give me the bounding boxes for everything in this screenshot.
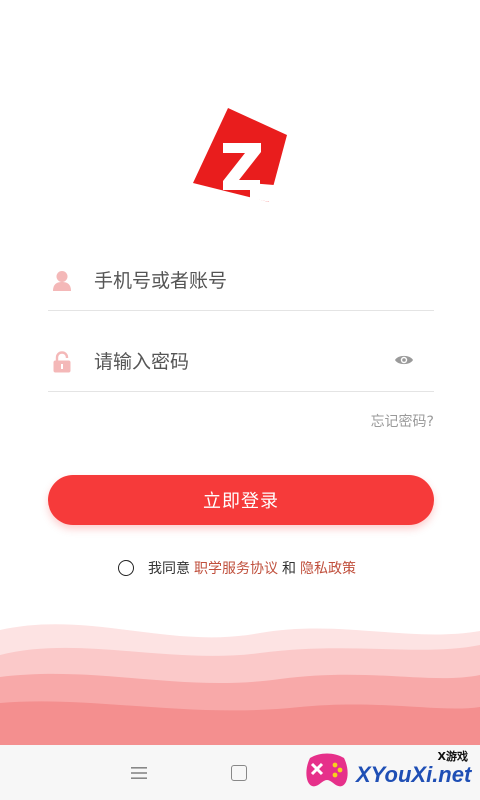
decorative-waves xyxy=(0,624,480,745)
watermark-text: XYouXi.net xyxy=(356,762,472,787)
app-logo xyxy=(190,105,290,205)
lock-icon xyxy=(53,351,71,373)
agreement-prefix: 我同意 xyxy=(148,561,190,577)
user-icon xyxy=(53,271,71,291)
password-input[interactable] xyxy=(92,341,386,383)
password-field xyxy=(48,331,434,392)
agreement-row: 我同意 职学服务协议 和 隐私政策 xyxy=(118,558,356,578)
username-input[interactable] xyxy=(92,260,386,302)
watermark: XYouXi.net X游戏 xyxy=(300,748,472,798)
forgot-password-link[interactable]: 忘记密码? xyxy=(371,411,434,431)
username-field xyxy=(48,250,434,311)
eye-icon[interactable] xyxy=(394,353,414,367)
privacy-policy-link[interactable]: 隐私政策 xyxy=(300,558,356,578)
login-button[interactable]: 立即登录 xyxy=(48,475,434,525)
agreement-joiner: 和 xyxy=(282,561,296,577)
service-agreement-link[interactable]: 职学服务协议 xyxy=(194,558,278,578)
gamepad-logo-icon xyxy=(306,753,348,787)
square-home-icon[interactable] xyxy=(231,765,247,781)
menu-icon[interactable] xyxy=(131,767,147,779)
agree-radio[interactable] xyxy=(118,560,134,576)
watermark-tag: X游戏 xyxy=(437,750,468,763)
